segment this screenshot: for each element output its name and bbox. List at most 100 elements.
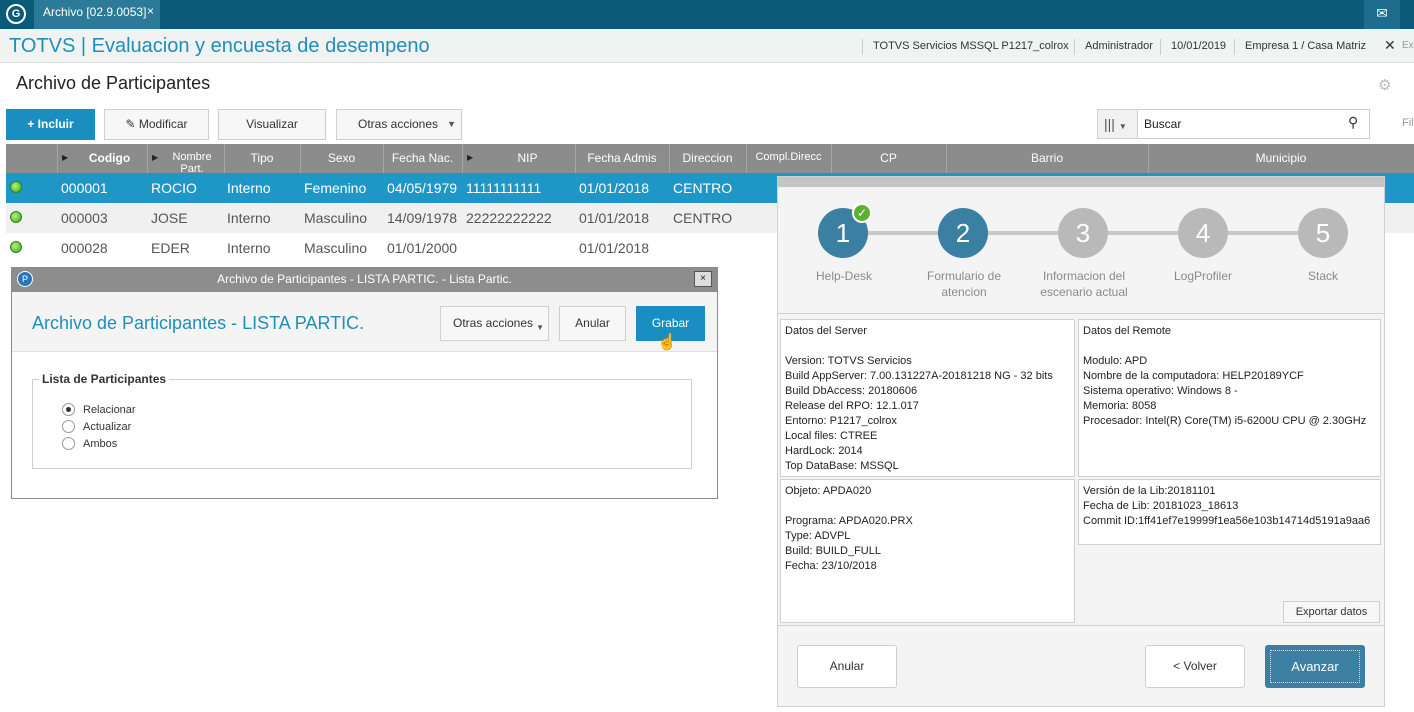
col-compl-direcc[interactable]: Compl.Direcc [746, 151, 831, 163]
visualizar-button[interactable]: Visualizar [218, 109, 326, 140]
avanzar-label: Avanzar [1270, 650, 1360, 683]
sort-arrow-icon[interactable]: ▶ [62, 153, 68, 162]
col-fecha-nac[interactable]: Fecha Nac. [383, 151, 462, 165]
user-info: Administrador [1074, 39, 1153, 55]
cell-nombre: JOSE [151, 210, 188, 226]
cell-fecha-admis: 01/01/2018 [579, 240, 650, 256]
cell-fecha-admis: 01/01/2018 [579, 180, 650, 196]
dialog-otras-label: Otras acciones [453, 316, 534, 330]
search-text[interactable]: Buscar [1144, 117, 1181, 131]
col-nombre[interactable]: Nombre Part. [160, 151, 224, 175]
col-municipio[interactable]: Municipio [1148, 151, 1414, 165]
hand-cursor-icon: ☝ [657, 334, 677, 351]
grid-separator [147, 144, 148, 173]
col-barrio[interactable]: Barrio [946, 151, 1148, 165]
divider [778, 625, 1384, 626]
divider [778, 313, 1384, 314]
cell-codigo: 000003 [61, 210, 108, 226]
gear-icon[interactable]: ⚙ [1378, 76, 1391, 94]
cell-direccion: CENTRO [673, 180, 733, 196]
company-info[interactable]: Empresa 1 / Casa Matriz [1234, 39, 1366, 55]
step-3: 3 [1058, 208, 1108, 258]
sort-arrow-icon[interactable]: ▶ [467, 153, 473, 162]
grid-separator [462, 144, 463, 173]
dialog-close-icon[interactable]: × [694, 271, 712, 287]
cell-fecha-admis: 01/01/2018 [579, 210, 650, 226]
exit-label[interactable]: Ex [1402, 40, 1414, 51]
date-info: 10/01/2019 [1160, 39, 1226, 55]
col-fecha-admis[interactable]: Fecha Admis [575, 151, 669, 165]
dialog-heading: Archivo de Participantes - LISTA PARTIC. [32, 313, 365, 333]
avanzar-button[interactable]: Avanzar [1265, 645, 1365, 688]
otras-label: Otras acciones [358, 117, 439, 131]
cell-nip: 22222222222 [466, 210, 552, 226]
page-title: Archivo de Participantes [16, 73, 211, 93]
status-green-icon [10, 241, 22, 253]
caret-down-icon: ▼ [447, 119, 456, 129]
status-green-icon [10, 211, 22, 223]
col-sexo[interactable]: Sexo [300, 151, 383, 165]
close-app-icon[interactable]: ✕ [1384, 37, 1396, 54]
cell-fecha-nac: 04/05/1979 [387, 180, 458, 196]
step-5: 5 [1298, 208, 1348, 258]
cell-tipo: Interno [227, 180, 271, 196]
sort-arrow-icon[interactable]: ▶ [152, 153, 158, 162]
radio-relacionar[interactable] [62, 403, 75, 416]
wizard-anular-button[interactable]: Anular [797, 645, 897, 688]
step-label: Stack [1307, 269, 1338, 283]
volver-button[interactable]: < Volver [1145, 645, 1245, 688]
cell-sexo: Masculino [304, 210, 368, 226]
mail-icon[interactable]: ✉ [1364, 0, 1400, 29]
radio-label-ambos[interactable]: Ambos [83, 438, 117, 450]
cell-nombre: ROCIO [151, 180, 197, 196]
remote-info-text: Datos del Remote Modulo: APD Nombre de la… [1083, 325, 1367, 427]
cell-sexo: Masculino [304, 240, 368, 256]
step-2: 2 [938, 208, 988, 258]
incluir-button[interactable]: + Incluir [6, 109, 95, 140]
dialog-otras-acciones-button[interactable]: Otras acciones ▼ [440, 306, 549, 341]
server-info-text: Datos del Server Version: TOTVS Servicio… [785, 325, 1053, 472]
app-title: TOTVS | Evaluacion y encuesta de desempe… [9, 35, 430, 57]
filter-label[interactable]: Filt [1402, 117, 1414, 129]
col-direccion[interactable]: Direccion [669, 151, 746, 165]
cell-fecha-nac: 14/09/1978 [387, 210, 458, 226]
tab-archivo[interactable]: Archivo [02.9.0053] × [34, 0, 160, 29]
cell-tipo: Interno [227, 210, 271, 226]
exportar-datos-button[interactable]: Exportar datos [1283, 601, 1380, 623]
step-4: 4 [1178, 208, 1228, 258]
cell-codigo: 000028 [61, 240, 108, 256]
col-codigo[interactable]: Codigo [72, 151, 147, 165]
modificar-button[interactable]: ✎ Modificar [104, 109, 209, 140]
check-icon: ✓ [852, 203, 872, 223]
step-label: Formulario de atencion [926, 269, 1002, 299]
cell-tipo: Interno [227, 240, 271, 256]
tab-label: Archivo [02.9.0053] [43, 5, 147, 19]
cell-nombre: EDER [151, 240, 190, 256]
server-info: TOTVS Servicios MSSQL P1217_colrox [862, 39, 1069, 55]
cell-sexo: Femenino [304, 180, 367, 196]
lib-info-text: Versión de la Lib:20181101 Fecha de Lib: … [1083, 485, 1371, 527]
status-green-icon [10, 181, 22, 193]
col-nip[interactable]: NIP [480, 151, 575, 165]
col-cp[interactable]: CP [831, 151, 946, 165]
grid-separator [57, 144, 58, 173]
radio-ambos[interactable] [62, 437, 75, 450]
top-bar [0, 0, 1414, 29]
step-label: LogProfiler [1173, 269, 1233, 283]
dialog-anular-button[interactable]: Anular [559, 306, 626, 341]
pencil-icon: ✎ [125, 117, 139, 131]
tab-close-icon[interactable]: × [147, 4, 154, 18]
otras-acciones-button[interactable]: Otras acciones ▼ [336, 109, 462, 140]
radio-actualizar[interactable] [62, 420, 75, 433]
radio-label-relacionar[interactable]: Relacionar [83, 404, 136, 416]
radio-label-actualizar[interactable]: Actualizar [83, 421, 131, 433]
col-tipo[interactable]: Tipo [224, 151, 300, 165]
columns-icon[interactable]: ||| ▼ [1098, 110, 1138, 138]
search-icon[interactable]: ⚲ [1348, 114, 1358, 131]
step-label: Informacion del escenario actual [1040, 269, 1128, 299]
group-legend: Lista de Participantes [39, 372, 170, 386]
dialog-title: Archivo de Participantes - LISTA PARTIC.… [217, 272, 512, 286]
totvs-logo-icon[interactable]: G [6, 4, 26, 24]
caret-down-icon: ▼ [536, 323, 544, 332]
cell-direccion: CENTRO [673, 210, 733, 226]
